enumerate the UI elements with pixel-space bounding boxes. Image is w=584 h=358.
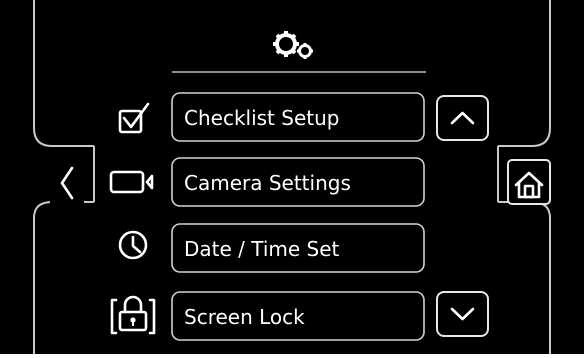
menu-item-label: Camera Settings bbox=[184, 171, 351, 195]
scroll-up-button[interactable] bbox=[436, 95, 489, 141]
menu-item-label: Screen Lock bbox=[184, 305, 305, 329]
home-button[interactable] bbox=[507, 159, 551, 205]
settings-screen: Checklist Setup Camera Settings Date / T… bbox=[0, 0, 584, 354]
back-button[interactable] bbox=[50, 160, 84, 204]
menu-item-label: Date / Time Set bbox=[184, 237, 340, 261]
scroll-down-button[interactable] bbox=[436, 291, 489, 337]
menu-item-label: Checklist Setup bbox=[184, 106, 339, 130]
settings-panel: Checklist Setup Camera Settings Date / T… bbox=[0, 0, 584, 354]
